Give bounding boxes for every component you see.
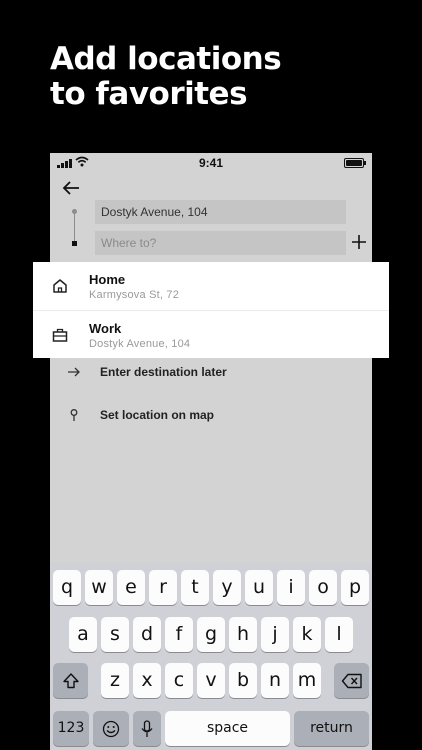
shift-icon: [62, 672, 79, 688]
letter-key[interactable]: s: [101, 617, 129, 652]
letter-key[interactable]: y: [213, 570, 241, 605]
letter-key[interactable]: a: [69, 617, 97, 652]
emoji-key[interactable]: [93, 711, 129, 746]
map-pin-icon: [70, 409, 78, 421]
status-bar: 9:41: [50, 153, 372, 173]
favorite-title: Home: [89, 272, 126, 287]
letter-key[interactable]: r: [149, 570, 177, 605]
headline-line-2: to favorites: [50, 76, 248, 112]
status-time: 9:41: [198, 156, 224, 170]
letter-key[interactable]: n: [261, 663, 289, 698]
letter-key[interactable]: i: [277, 570, 305, 605]
letter-key[interactable]: q: [53, 570, 81, 605]
back-arrow-icon[interactable]: [62, 180, 80, 196]
headline: Add locations to favorites: [50, 42, 390, 112]
letter-key[interactable]: u: [245, 570, 273, 605]
favorites-card: Home Karmysova St, 72 Work Dostyk Avenue…: [33, 262, 389, 358]
route-connector: [74, 211, 75, 243]
option-set-location-on-map[interactable]: Set location on map: [50, 406, 372, 426]
letter-key[interactable]: l: [325, 617, 353, 652]
letter-key[interactable]: m: [293, 663, 321, 698]
letter-key[interactable]: g: [197, 617, 225, 652]
letter-key[interactable]: b: [229, 663, 257, 698]
letter-key[interactable]: d: [133, 617, 161, 652]
battery-icon: [344, 158, 366, 168]
option-label: Enter destination later: [100, 365, 227, 379]
favorite-address: Karmysova St, 72: [89, 289, 180, 301]
destination-square-icon: [72, 241, 77, 246]
destination-input[interactable]: Where to?: [95, 231, 346, 255]
favorite-title: Work: [89, 321, 122, 336]
arrow-right-icon: [68, 367, 80, 377]
letter-key[interactable]: x: [133, 663, 161, 698]
letter-key[interactable]: t: [181, 570, 209, 605]
letter-key[interactable]: e: [117, 570, 145, 605]
letter-key[interactable]: o: [309, 570, 337, 605]
return-key[interactable]: return: [294, 711, 369, 746]
letter-key[interactable]: w: [85, 570, 113, 605]
favorite-address: Dostyk Avenue, 104: [89, 338, 191, 350]
letter-key[interactable]: c: [165, 663, 193, 698]
emoji-icon: [102, 720, 120, 737]
keyboard: qwertyuiop asdfghjkl zxcvbnm 123 space r…: [50, 563, 372, 750]
option-enter-destination-later[interactable]: Enter destination later: [50, 363, 372, 383]
space-key[interactable]: space: [165, 711, 290, 746]
letter-key[interactable]: p: [341, 570, 369, 605]
letter-key[interactable]: f: [165, 617, 193, 652]
briefcase-icon: [52, 328, 68, 342]
favorite-work[interactable]: Work Dostyk Avenue, 104: [33, 310, 389, 359]
letter-key[interactable]: z: [101, 663, 129, 698]
letter-key[interactable]: j: [261, 617, 289, 652]
home-icon: [53, 279, 67, 293]
add-stop-icon[interactable]: [352, 235, 366, 249]
backspace-icon: [341, 673, 362, 688]
letter-key[interactable]: v: [197, 663, 225, 698]
option-label: Set location on map: [100, 408, 215, 422]
shift-key[interactable]: [53, 663, 88, 698]
phone-screen: 9:41 Dostyk Avenue, 104 Where to? Enter …: [50, 153, 372, 750]
numbers-key[interactable]: 123: [53, 711, 89, 746]
dictation-key[interactable]: [133, 711, 161, 746]
letter-key[interactable]: h: [229, 617, 257, 652]
pickup-input[interactable]: Dostyk Avenue, 104: [95, 200, 346, 224]
delete-key[interactable]: [334, 663, 369, 698]
headline-line-1: Add locations: [50, 41, 282, 77]
microphone-icon: [141, 719, 153, 737]
letter-key[interactable]: k: [293, 617, 321, 652]
favorite-home[interactable]: Home Karmysova St, 72: [33, 262, 389, 310]
